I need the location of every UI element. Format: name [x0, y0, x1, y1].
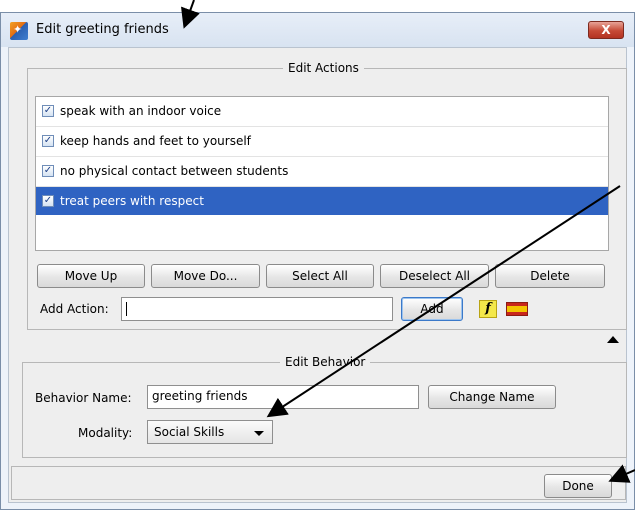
- delete-button[interactable]: Delete: [495, 264, 605, 288]
- list-item[interactable]: ✓ keep hands and feet to yourself: [36, 127, 608, 157]
- title-bar: ✦ Edit greeting friends X: [1, 13, 634, 47]
- list-item[interactable]: ✓ speak with an indoor voice: [36, 97, 608, 127]
- spanish-flag-icon[interactable]: [506, 302, 528, 316]
- deselect-all-button[interactable]: Deselect All: [380, 264, 489, 288]
- dialog-window: ✦ Edit greeting friends X Edit Actions ✓…: [0, 12, 635, 510]
- window-title: Edit greeting friends: [36, 22, 169, 37]
- add-button[interactable]: Add: [401, 297, 463, 321]
- dialog-content: Edit Actions ✓ speak with an indoor voic…: [8, 47, 627, 503]
- move-down-button[interactable]: Move Do...: [151, 264, 260, 288]
- footer-panel: [11, 466, 626, 500]
- checkbox[interactable]: ✓: [42, 165, 54, 177]
- checkbox[interactable]: ✓: [42, 105, 54, 117]
- list-item-label: keep hands and feet to yourself: [60, 134, 251, 148]
- list-item-label: no physical contact between students: [60, 164, 289, 178]
- modality-label: Modality:: [78, 426, 133, 440]
- change-name-button[interactable]: Change Name: [428, 385, 556, 409]
- list-item-label: treat peers with respect: [60, 194, 204, 208]
- modality-select[interactable]: Social Skills: [147, 420, 273, 444]
- actions-list[interactable]: ✓ speak with an indoor voice ✓ keep hand…: [35, 96, 609, 251]
- behavior-name-label: Behavior Name:: [35, 391, 132, 405]
- modality-value: Social Skills: [154, 425, 225, 439]
- add-action-label: Add Action:: [40, 302, 109, 316]
- edit-behavior-group: Edit Behavior: [22, 355, 627, 458]
- behavior-name-input[interactable]: greeting friends: [147, 385, 419, 409]
- collapse-arrow-icon[interactable]: [607, 336, 619, 343]
- add-action-input[interactable]: [121, 297, 393, 321]
- edit-actions-legend: Edit Actions: [283, 61, 364, 75]
- close-button[interactable]: X: [588, 21, 624, 39]
- list-item-label: speak with an indoor voice: [60, 104, 222, 118]
- list-item[interactable]: ✓ no physical contact between students: [36, 157, 608, 187]
- function-icon[interactable]: f: [479, 300, 497, 318]
- list-item-selected[interactable]: ✓ treat peers with respect: [36, 187, 608, 215]
- checkbox[interactable]: ✓: [42, 135, 54, 147]
- edit-behavior-legend: Edit Behavior: [280, 355, 371, 369]
- chevron-down-icon: [254, 431, 264, 436]
- checkbox[interactable]: ✓: [42, 195, 54, 207]
- app-logo-icon: ✦: [10, 22, 28, 40]
- select-all-button[interactable]: Select All: [266, 264, 374, 288]
- move-up-button[interactable]: Move Up: [37, 264, 145, 288]
- done-button[interactable]: Done: [544, 474, 612, 498]
